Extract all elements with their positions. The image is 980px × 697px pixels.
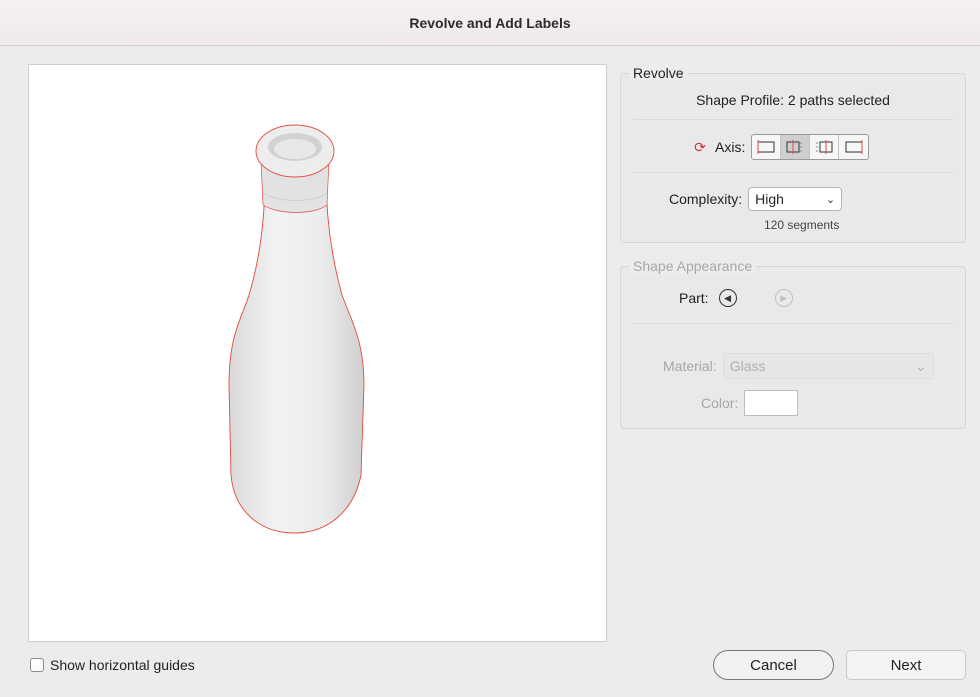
axis-left-edge-button[interactable]: [752, 135, 782, 159]
material-label: Material:: [663, 358, 717, 374]
window-title: Revolve and Add Labels: [409, 14, 571, 31]
chevron-down-icon: ⌄: [914, 357, 927, 374]
rotate-axis-icon: ⟳: [694, 138, 706, 155]
show-guides-row[interactable]: Show horizontal guides: [30, 657, 195, 673]
preview-area[interactable]: [28, 64, 607, 642]
complexity-row: Complexity: High ⌄: [669, 187, 843, 211]
divider: [633, 119, 953, 120]
show-guides-checkbox[interactable]: [30, 658, 44, 672]
color-row: Color:: [701, 390, 799, 416]
axis-row: ⟳ Axis:: [691, 134, 870, 160]
revolve-legend: Revolve: [629, 65, 688, 81]
part-label: Part:: [679, 290, 709, 306]
complexity-value: High: [755, 191, 784, 207]
axis-right-center-icon: [816, 140, 833, 154]
complexity-label: Complexity:: [669, 191, 743, 207]
material-row: Material: Glass ⌄: [663, 353, 934, 379]
color-label: Color:: [701, 395, 739, 411]
shape-profile-text: Shape Profile: 2 paths selected: [696, 92, 890, 108]
axis-label: Axis:: [715, 139, 746, 155]
part-previous-button[interactable]: ◀: [718, 289, 737, 307]
material-value: Glass: [729, 358, 766, 374]
axis-right-edge-button[interactable]: [839, 135, 868, 159]
divider: [633, 172, 953, 173]
shape-appearance-group: Shape Appearance Part: ◀ ▶ Material: Gla…: [620, 258, 966, 429]
material-select[interactable]: Glass ⌄: [722, 353, 934, 379]
axis-right-edge-icon: [845, 140, 863, 154]
complexity-select[interactable]: High ⌄: [748, 187, 843, 211]
axis-left-center-button[interactable]: [781, 135, 811, 159]
shape-appearance-legend: Shape Appearance: [629, 258, 757, 274]
part-row: Part: ◀ ▶: [679, 289, 793, 307]
axis-right-center-button[interactable]: [810, 135, 840, 159]
next-button[interactable]: Next: [846, 650, 966, 680]
segments-text: 120 segments: [764, 218, 840, 232]
revolve-group: Revolve Shape Profile: 2 paths selected …: [620, 65, 966, 243]
chevron-down-icon: ⌄: [825, 193, 836, 206]
cancel-button[interactable]: Cancel: [713, 650, 834, 680]
part-next-button[interactable]: ▶: [774, 289, 793, 307]
axis-left-edge-icon: [757, 140, 775, 154]
axis-left-center-icon: [786, 140, 802, 154]
axis-segmented-control: [751, 134, 870, 160]
show-guides-label: Show horizontal guides: [50, 657, 195, 673]
divider: [633, 323, 953, 324]
bottle-render: [228, 124, 365, 534]
color-swatch[interactable]: [744, 390, 799, 416]
title-bar: Revolve and Add Labels: [0, 0, 980, 46]
